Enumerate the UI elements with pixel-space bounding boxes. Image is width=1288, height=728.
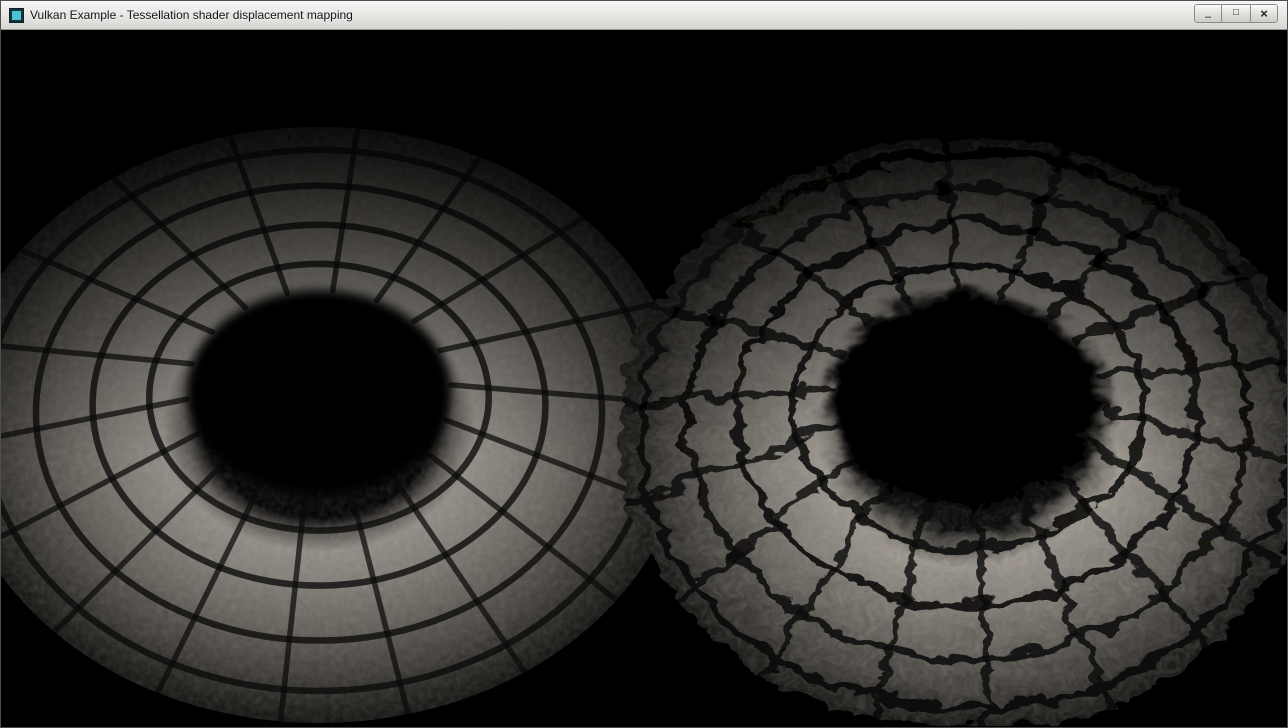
window-title: Vulkan Example - Tessellation shader dis… <box>30 8 353 22</box>
close-button[interactable]: × <box>1250 4 1278 23</box>
maximize-icon: □ <box>1233 7 1239 18</box>
minimize-button[interactable]: – <box>1194 4 1222 23</box>
vulkan-app-icon <box>9 8 24 23</box>
window-controls: – □ × <box>1194 4 1278 23</box>
vulkan-render-canvas[interactable] <box>1 30 1287 726</box>
app-window: Vulkan Example - Tessellation shader dis… <box>0 0 1288 728</box>
minimize-icon: – <box>1205 11 1211 23</box>
titlebar[interactable]: Vulkan Example - Tessellation shader dis… <box>1 1 1287 30</box>
torus-right <box>616 133 1287 726</box>
torus-left-hole <box>187 290 451 494</box>
torus-right-hole <box>825 288 1101 502</box>
render-viewport[interactable] <box>1 30 1287 726</box>
close-icon: × <box>1260 6 1268 21</box>
maximize-button[interactable]: □ <box>1222 4 1250 23</box>
